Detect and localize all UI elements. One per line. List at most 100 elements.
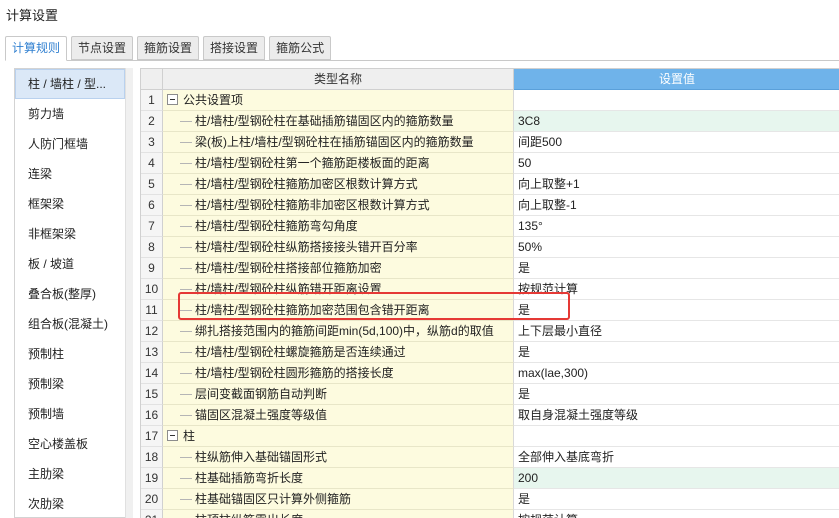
row-number: 5 (141, 174, 163, 195)
sidebar-item[interactable]: 框架梁 (15, 189, 125, 219)
sidebar-item[interactable]: 叠合板(整厚) (15, 279, 125, 309)
tab-node-settings[interactable]: 节点设置 (71, 36, 134, 60)
tree-connector-icon (180, 457, 192, 459)
header-setting-value[interactable]: 设置值 (514, 69, 839, 90)
tab-calculation-rules[interactable]: 计算规则 (5, 36, 68, 61)
sidebar-item[interactable]: 空心楼盖板 (15, 429, 125, 459)
type-name-label: 柱/墙柱/型钢砼柱纵筋搭接接头错开百分率 (195, 240, 418, 254)
sidebar-item[interactable]: 非框架梁 (15, 219, 125, 249)
type-name-label: 柱/墙柱/型钢砼柱螺旋箍筋是否连续通过 (195, 345, 406, 359)
tree-connector-icon (180, 352, 192, 354)
table-row[interactable]: 7 柱/墙柱/型钢砼柱箍筋弯勾角度 135° (141, 216, 839, 237)
sidebar-item[interactable]: 板 / 坡道 (15, 249, 125, 279)
setting-value-cell[interactable]: 是 (514, 384, 839, 405)
sidebar-scrollbar[interactable] (125, 68, 133, 518)
setting-value-cell[interactable]: max(lae,300) (514, 363, 839, 384)
table-row[interactable]: 5 柱/墙柱/型钢砼柱箍筋加密区根数计算方式 向上取整+1 (141, 174, 839, 195)
table-row[interactable]: 21 柱顶柱纵筋露出长度 按规范计算 (141, 510, 839, 518)
settings-grid: 类型名称 设置值 1 公共设置项 2 柱/墙柱/型钢砼柱在基础插筋锚固区内的箍筋数量 3… (140, 68, 839, 518)
setting-value-cell[interactable] (514, 90, 839, 111)
row-number: 3 (141, 132, 163, 153)
sidebar-item[interactable]: 预制墙 (15, 399, 125, 429)
type-name-cell: 柱/墙柱/型钢砼柱纵筋搭接接头错开百分率 (163, 237, 514, 258)
setting-value-cell[interactable]: 全部伸入基底弯折 (514, 447, 839, 468)
setting-value-cell[interactable]: 取自身混凝土强度等级 (514, 405, 839, 426)
type-name-label: 公共设置项 (183, 93, 244, 107)
table-row[interactable]: 15 层间变截面钢筋自动判断 是 (141, 384, 839, 405)
group-row[interactable]: 1 公共设置项 (141, 90, 839, 111)
type-name-cell: 柱 (163, 426, 514, 447)
table-row[interactable]: 2 柱/墙柱/型钢砼柱在基础插筋锚固区内的箍筋数量 3C8 (141, 111, 839, 132)
setting-value-cell[interactable] (514, 426, 839, 447)
tree-connector-icon (180, 226, 192, 228)
sidebar-item[interactable]: 预制梁 (15, 369, 125, 399)
tab-bar: 计算规则 节点设置 箍筋设置 搭接设置 箍筋公式 (5, 36, 335, 61)
table-row[interactable]: 8 柱/墙柱/型钢砼柱纵筋搭接接头错开百分率 50% (141, 237, 839, 258)
table-row[interactable]: 13 柱/墙柱/型钢砼柱螺旋箍筋是否连续通过 是 (141, 342, 839, 363)
table-row[interactable]: 11 柱/墙柱/型钢砼柱箍筋加密范围包含错开距离 是 (141, 300, 839, 321)
sidebar-item[interactable]: 组合板(混凝土) (15, 309, 125, 339)
setting-value-cell[interactable]: 3C8 (514, 111, 839, 132)
sidebar-item[interactable]: 人防门框墙 (15, 129, 125, 159)
sidebar-item[interactable]: 柱 / 墙柱 / 型... (15, 69, 125, 99)
setting-value-cell[interactable]: 向上取整-1 (514, 195, 839, 216)
type-name-cell: 柱基础锚固区只计算外侧箍筋 (163, 489, 514, 510)
table-row[interactable]: 3 梁(板)上柱/墙柱/型钢砼柱在插筋锚固区内的箍筋数量 间距500 (141, 132, 839, 153)
table-row[interactable]: 16 锚固区混凝土强度等级值 取自身混凝土强度等级 (141, 405, 839, 426)
group-row[interactable]: 17 柱 (141, 426, 839, 447)
setting-value-cell[interactable]: 是 (514, 489, 839, 510)
setting-value-cell[interactable]: 间距500 (514, 132, 839, 153)
type-name-label: 梁(板)上柱/墙柱/型钢砼柱在插筋锚固区内的箍筋数量 (195, 135, 474, 149)
sidebar-item[interactable]: 主肋梁 (15, 459, 125, 489)
row-number: 18 (141, 447, 163, 468)
collapse-icon[interactable] (167, 430, 178, 441)
tab-stirrup-formula[interactable]: 箍筋公式 (269, 36, 332, 60)
setting-value-cell[interactable]: 50% (514, 237, 839, 258)
table-row[interactable]: 14 柱/墙柱/型钢砼柱圆形箍筋的搭接长度 max(lae,300) (141, 363, 839, 384)
type-name-label: 柱 (183, 429, 196, 443)
type-name-label: 柱/墙柱/型钢砼柱箍筋加密区根数计算方式 (195, 177, 418, 191)
table-row[interactable]: 9 柱/墙柱/型钢砼柱搭接部位箍筋加密 是 (141, 258, 839, 279)
tree-connector-icon (180, 268, 192, 270)
type-name-label: 柱顶柱纵筋露出长度 (195, 513, 303, 518)
sidebar-item[interactable]: 剪力墙 (15, 99, 125, 129)
sidebar-item[interactable]: 连梁 (15, 159, 125, 189)
type-name-cell: 柱/墙柱/型钢砼柱箍筋弯勾角度 (163, 216, 514, 237)
tree-connector-icon (180, 163, 192, 165)
row-number: 4 (141, 153, 163, 174)
type-name-cell: 锚固区混凝土强度等级值 (163, 405, 514, 426)
setting-value-cell[interactable]: 向上取整+1 (514, 174, 839, 195)
setting-value-cell[interactable]: 是 (514, 258, 839, 279)
tab-lap-settings[interactable]: 搭接设置 (203, 36, 266, 60)
sidebar-item[interactable]: 预制柱 (15, 339, 125, 369)
tree-connector-icon (180, 373, 192, 375)
setting-value-cell[interactable]: 上下层最小直径 (514, 321, 839, 342)
type-name-label: 柱/墙柱/型钢砼柱在基础插筋锚固区内的箍筋数量 (195, 114, 454, 128)
header-type-name[interactable]: 类型名称 (163, 69, 514, 90)
table-row[interactable]: 12 绑扎搭接范围内的箍筋间距min(5d,100)中，纵筋d的取值 上下层最小直径 (141, 321, 839, 342)
row-number: 2 (141, 111, 163, 132)
table-row[interactable]: 4 柱/墙柱/型钢砼柱第一个箍筋距楼板面的距离 50 (141, 153, 839, 174)
table-row[interactable]: 18 柱纵筋伸入基础锚固形式 全部伸入基底弯折 (141, 447, 839, 468)
type-name-cell: 梁(板)上柱/墙柱/型钢砼柱在插筋锚固区内的箍筋数量 (163, 132, 514, 153)
table-row[interactable]: 6 柱/墙柱/型钢砼柱箍筋非加密区根数计算方式 向上取整-1 (141, 195, 839, 216)
collapse-icon[interactable] (167, 94, 178, 105)
setting-value-cell[interactable]: 按规范计算 (514, 279, 839, 300)
setting-value-cell[interactable]: 200 (514, 468, 839, 489)
table-row[interactable]: 20 柱基础锚固区只计算外侧箍筋 是 (141, 489, 839, 510)
setting-value-cell[interactable]: 是 (514, 300, 839, 321)
sidebar-item[interactable]: 次肋梁 (15, 489, 125, 517)
setting-value-cell[interactable]: 按规范计算 (514, 510, 839, 518)
tree-connector-icon (180, 415, 192, 417)
type-name-cell: 柱纵筋伸入基础锚固形式 (163, 447, 514, 468)
tab-stirrup-settings[interactable]: 箍筋设置 (137, 36, 200, 60)
tree-connector-icon (180, 331, 192, 333)
setting-value-cell[interactable]: 50 (514, 153, 839, 174)
tree-connector-icon (180, 289, 192, 291)
setting-value-cell[interactable]: 135° (514, 216, 839, 237)
table-row[interactable]: 10 柱/墙柱/型钢砼柱纵筋错开距离设置 按规范计算 (141, 279, 839, 300)
table-row[interactable]: 19 柱基础插筋弯折长度 200 (141, 468, 839, 489)
row-number: 20 (141, 489, 163, 510)
setting-value-cell[interactable]: 是 (514, 342, 839, 363)
type-name-label: 柱纵筋伸入基础锚固形式 (195, 450, 328, 464)
